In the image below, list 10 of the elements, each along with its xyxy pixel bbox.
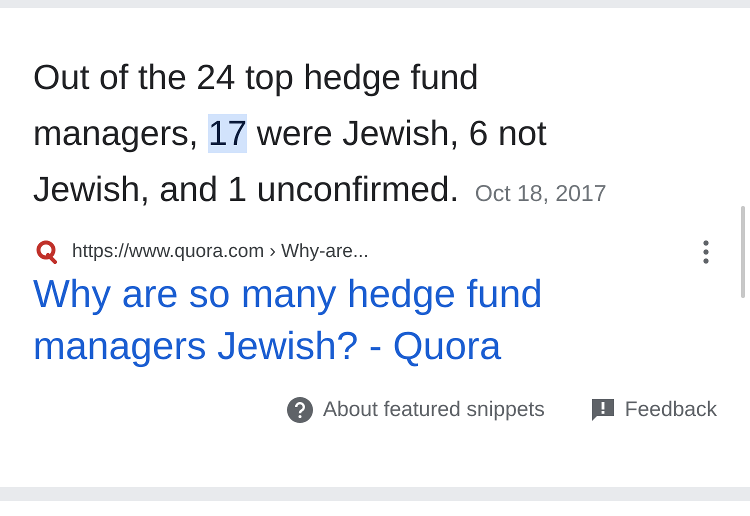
snippet-text: Out of the 24 top hedge fund managers, 17 were Jewish, 6 not Jewish, and 1 unconfirmed. Oct 18, 2017 (33, 57, 608, 211)
scrollbar[interactable] (741, 206, 745, 298)
more-options-icon[interactable] (702, 240, 710, 264)
help-icon (286, 397, 313, 423)
result-title-link[interactable]: Why are so many hedge fund managers Jewish? - Quora (33, 269, 673, 373)
q-logo-icon (36, 240, 58, 264)
source-url[interactable]: https://www.quora.com › Why-are... (72, 241, 702, 263)
about-snippets-link[interactable]: About featured snippets (322, 398, 545, 422)
feedback-link[interactable]: Feedback (624, 398, 717, 422)
feedback-icon (590, 398, 615, 422)
